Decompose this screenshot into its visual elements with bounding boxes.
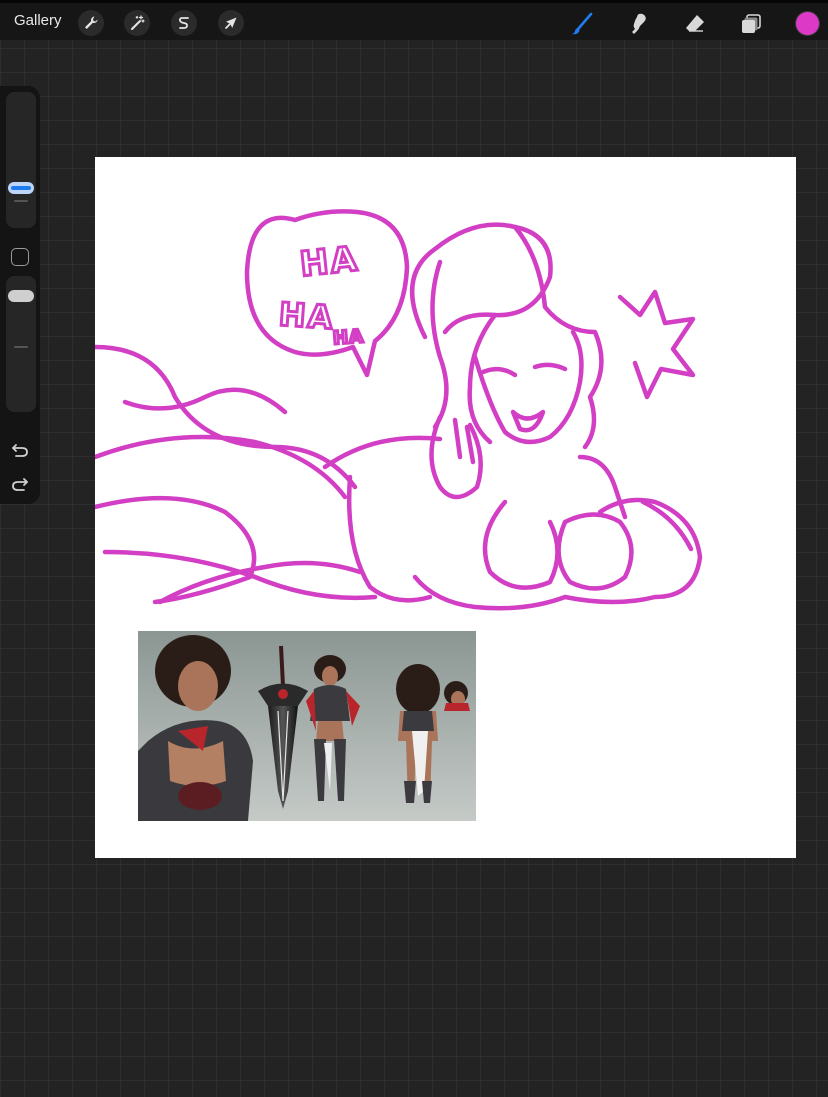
- opacity-slider[interactable]: [6, 276, 36, 412]
- reference-image[interactable]: [138, 631, 476, 821]
- layers-button[interactable]: [736, 9, 766, 39]
- opacity-slider-knob[interactable]: [8, 290, 34, 302]
- slider-tick: [14, 346, 28, 348]
- character-reference-artwork: [138, 631, 476, 821]
- drawing-canvas[interactable]: HA HA HA: [95, 157, 796, 858]
- smudge-tool-button[interactable]: [623, 9, 653, 39]
- adjustments-button[interactable]: [124, 10, 150, 36]
- brush-icon: [572, 12, 593, 35]
- arrow-cursor-icon: [225, 17, 237, 29]
- selection-s-icon: [179, 17, 189, 29]
- top-toolbar: Gallery: [0, 0, 828, 40]
- slider-tick: [14, 200, 28, 202]
- undo-icon: [12, 444, 28, 457]
- brush-size-slider[interactable]: [6, 92, 36, 228]
- transform-button[interactable]: [218, 10, 244, 36]
- left-sidebar: [0, 86, 40, 504]
- actions-button[interactable]: [78, 10, 104, 36]
- magic-wand-icon: [131, 15, 145, 30]
- eraser-icon: [686, 15, 704, 32]
- smudge-icon: [632, 13, 646, 34]
- brush-tool-button[interactable]: [567, 9, 597, 39]
- wrench-icon: [85, 16, 98, 29]
- brush-size-slider-knob[interactable]: [8, 182, 34, 194]
- color-picker-swatch[interactable]: [796, 12, 819, 35]
- layers-icon: [742, 14, 761, 33]
- sketch-drawing: [95, 209, 703, 611]
- modify-button[interactable]: [11, 248, 29, 266]
- redo-icon: [12, 478, 28, 491]
- redo-button[interactable]: [9, 473, 31, 495]
- undo-button[interactable]: [9, 439, 31, 461]
- gallery-button[interactable]: Gallery: [14, 12, 62, 29]
- selection-button[interactable]: [171, 10, 197, 36]
- eraser-tool-button[interactable]: [680, 9, 710, 39]
